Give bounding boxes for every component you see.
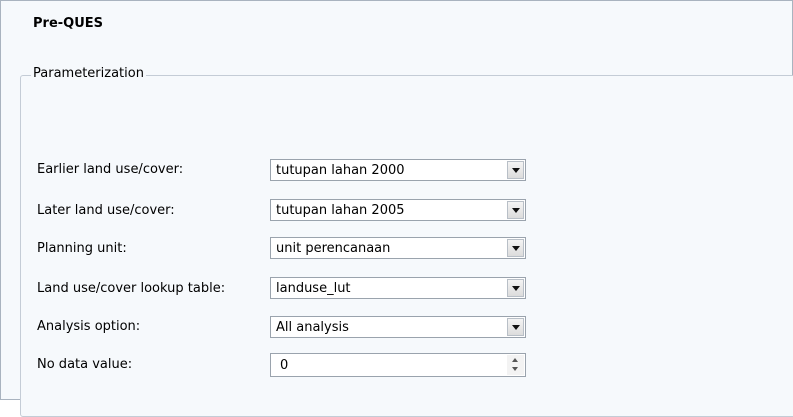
chevron-down-icon (512, 208, 520, 213)
pre-ques-window: Pre-QUES Parameterization Earlier land u… (0, 0, 793, 417)
chevron-down-icon (512, 168, 520, 173)
lookup-table-dropdown[interactable]: landuse_lut (270, 277, 526, 299)
analysis-option-dropdown[interactable]: All analysis (270, 316, 526, 338)
chevron-down-icon (512, 325, 520, 330)
later-landuse-dropdown[interactable]: tutupan lahan 2005 (270, 199, 526, 221)
later-landuse-label: Later land use/cover: (37, 203, 175, 218)
tab-header: Pre-QUES (1, 1, 792, 51)
chevron-down-icon (512, 286, 520, 291)
lookup-table-label: Land use/cover lookup table: (37, 281, 226, 296)
nodata-spinbox[interactable]: 0 (270, 353, 526, 377)
spin-up-button[interactable] (507, 355, 524, 365)
analysis-option-label: Analysis option: (37, 319, 141, 334)
parameterization-legend: Parameterization (31, 66, 146, 81)
analysis-option-value: All analysis (276, 320, 349, 335)
analysis-option-dropdown-button[interactable] (507, 318, 524, 336)
earlier-landuse-value: tutupan lahan 2000 (276, 163, 405, 178)
earlier-landuse-label: Earlier land use/cover: (37, 162, 184, 177)
later-landuse-value: tutupan lahan 2005 (276, 203, 405, 218)
later-landuse-dropdown-button[interactable] (507, 201, 524, 219)
planning-unit-label: Planning unit: (37, 241, 127, 256)
chevron-down-icon (512, 246, 520, 251)
lookup-table-dropdown-button[interactable] (507, 279, 524, 297)
nodata-label: No data value: (37, 357, 133, 372)
earlier-landuse-dropdown-button[interactable] (507, 161, 524, 179)
planning-unit-dropdown[interactable]: unit perencanaan (270, 237, 526, 259)
nodata-value[interactable]: 0 (280, 358, 288, 373)
lookup-table-value: landuse_lut (276, 281, 351, 296)
spin-down-icon (512, 367, 518, 371)
planning-unit-value: unit perencanaan (276, 241, 391, 256)
planning-unit-dropdown-button[interactable] (507, 239, 524, 257)
earlier-landuse-dropdown[interactable]: tutupan lahan 2000 (270, 159, 526, 181)
spin-up-icon (512, 358, 518, 362)
spin-down-button[interactable] (507, 365, 524, 375)
tab-pre-ques[interactable]: Pre-QUES (33, 16, 103, 31)
